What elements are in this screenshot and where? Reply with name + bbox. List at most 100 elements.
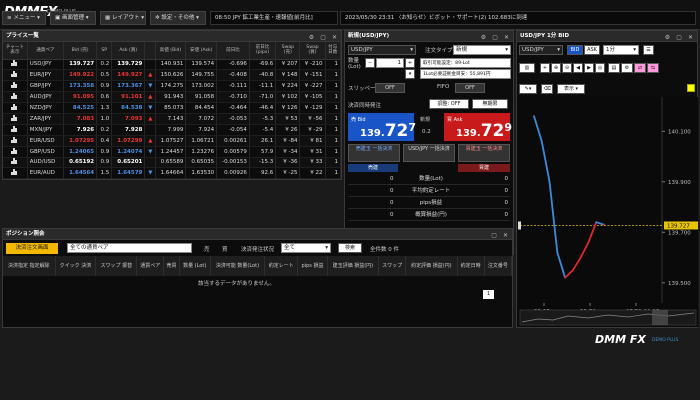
position-col-header[interactable]: 約定レート [264, 256, 299, 276]
chart-toggle-icon[interactable] [3, 124, 28, 136]
chart-list-icon[interactable]: ☰ [643, 45, 654, 55]
panel-controls[interactable]: ▢ ✕ [491, 230, 510, 241]
ask-cell[interactable]: 173.367 [111, 80, 146, 93]
chart-toggle-icon[interactable] [3, 69, 28, 82]
chart-color-indicator[interactable] [687, 84, 695, 92]
indicator-icon[interactable]: ▤ [608, 63, 620, 73]
position-col-header[interactable]: 数量 (Lot) [179, 256, 211, 276]
price-row[interactable]: EUR/AUD 1.64564 1.5 1.64579 ▼ 1.64664 1.63530 0… [3, 167, 341, 180]
ask-cell[interactable]: 1.64579 [111, 167, 146, 180]
sell-settle-all-button[interactable]: 売建玉 一括決済 [348, 144, 400, 162]
sell-bid-button[interactable]: 売 Bid 139.727 [348, 113, 416, 141]
pair-settle-all-button[interactable]: USD/JPY 一括決済 [403, 144, 455, 162]
qty-increment-button[interactable]: + [405, 58, 415, 68]
price-row[interactable]: AUD/JPY 91.095 0.6 91.101 ▲ 91.943 91.058 -0.71… [3, 91, 341, 104]
bid-cell[interactable]: 1.64564 [63, 167, 98, 180]
col-chart[interactable]: チャート表示 [3, 42, 28, 60]
price-row[interactable]: EUR/JPY 149.922 0.5 149.927 ▲ 150.626 149.755-… [3, 69, 341, 82]
ask-cell[interactable]: 139.729 [111, 59, 146, 71]
layout-button[interactable]: ▦ レイアウト ▾ [100, 11, 146, 25]
ask-cell[interactable]: 7.093 [111, 113, 146, 125]
panel-controls[interactable]: ⚙ ▢ ✕ [665, 32, 695, 43]
pair-select[interactable]: USD/JPY ▾ [348, 45, 416, 55]
price-row[interactable]: EUR/USD 1.07295 0.4 1.07299 ▲ 1.07527 1.06721 0… [3, 135, 341, 147]
col-swap-buy[interactable]: Swap (買) [299, 42, 326, 60]
unlimited-button[interactable]: 無期限 [472, 99, 508, 109]
pen-icon[interactable]: ✎▾ [519, 84, 537, 94]
zoom-out-icon[interactable]: ⊖ [562, 63, 572, 73]
position-col-header[interactable]: 注文番号 [484, 256, 513, 276]
bid-toggle[interactable]: BID [567, 45, 583, 55]
adjust-toggle[interactable]: 調整: OFF [429, 99, 469, 109]
chart-pair-select[interactable]: USD/JPY ▾ [519, 45, 563, 55]
scroll-right-icon[interactable]: ▶ [584, 63, 594, 73]
chart-toggle-icon[interactable] [3, 157, 28, 169]
position-col-header[interactable]: 約定評価 損益(円) [405, 256, 458, 276]
qty-stepper-down[interactable]: ▾ [405, 69, 415, 79]
order-type-select[interactable]: 新規 ▾ [453, 45, 511, 55]
bid-cell[interactable]: 1.07295 [63, 135, 98, 147]
position-col-header[interactable]: 決済可能 数量(Lot) [210, 256, 266, 276]
col-low[interactable]: 安値 (Ask) [185, 42, 218, 60]
chart-toggle-icon[interactable] [3, 146, 28, 158]
col-change-pips[interactable]: 前日比 (pips) [249, 42, 277, 60]
price-row[interactable]: GBP/USD 1.24065 0.9 1.24074 ▼ 1.24457 1.23276 0… [3, 146, 341, 158]
col-ask[interactable]: Ask (買) [111, 42, 146, 60]
bid-cell[interactable]: 149.922 [63, 69, 98, 82]
col-days[interactable]: 付与 日数 [325, 42, 341, 60]
price-row[interactable]: MXN/JPY 7.926 0.2 7.928 7.999 7.924 -0.054 -5.4… [3, 124, 341, 136]
ask-toggle[interactable]: ASK [584, 45, 600, 55]
chart-toggle-icon[interactable] [3, 167, 28, 180]
col-sp[interactable]: SP [96, 42, 113, 60]
position-col-header[interactable]: スワップ 振替 [95, 256, 138, 276]
panel-controls[interactable]: ⚙ ▢ ✕ [481, 32, 511, 43]
bid-cell[interactable]: 173.358 [63, 80, 98, 93]
price-row[interactable]: GBP/JPY 173.358 0.9 173.367 ▼ 174.275 173.002-… [3, 80, 341, 93]
scroll-left-icon[interactable]: ◀ [573, 63, 583, 73]
bid-cell[interactable]: 0.65192 [63, 157, 98, 169]
alert-line-icon[interactable]: ⇆ [647, 63, 659, 73]
position-col-header[interactable]: 建玉評価 損益(円) [327, 256, 380, 276]
pagination-page[interactable]: 1 [483, 290, 494, 299]
position-col-header[interactable]: pips 損益 [297, 256, 328, 276]
screen-manage-button[interactable]: ▣ 画面管理 ▾ [50, 11, 96, 25]
menu-button[interactable]: ≡ メニュー ▾ [2, 11, 46, 25]
panel-controls[interactable]: ⚙ ▢ ✕ [309, 32, 339, 43]
order-line-icon[interactable]: ⇄ [634, 63, 646, 73]
col-high[interactable]: 高値 (Bid) [155, 42, 187, 60]
order-status-select[interactable]: 全て ▾ [281, 243, 331, 253]
col-bid[interactable]: Bid (売) [63, 42, 98, 60]
ask-cell[interactable]: 84.538 [111, 102, 146, 114]
candle-type-icon[interactable]: ▥ [519, 63, 535, 73]
delete-drawing-icon[interactable]: ⌫ [541, 84, 553, 94]
bid-cell[interactable]: 7.926 [63, 124, 98, 136]
position-col-header[interactable]: 通貨ペア [136, 256, 165, 276]
col-swap-sell[interactable]: Swap (売) [275, 42, 301, 60]
fifo-toggle[interactable]: OFF [455, 83, 485, 93]
buy-settle-all-button[interactable]: 買建玉 一括決済 [458, 144, 510, 162]
ask-cell[interactable]: 1.07299 [111, 135, 146, 147]
chart-toggle-icon[interactable] [3, 113, 28, 125]
settings-button[interactable]: ✲ 設定・その他 ▾ [150, 11, 206, 25]
search-button[interactable]: 検索 [338, 243, 362, 253]
bid-cell[interactable]: 1.24065 [63, 146, 98, 158]
price-chart[interactable]: 140.100139.900139.700139.500139.72723:25… [518, 97, 698, 327]
zoom-in-icon[interactable]: ⊕ [551, 63, 561, 73]
price-row[interactable]: NZD/JPY 84.525 1.3 84.538 ▼ 85.073 84.454 -0.46… [3, 102, 341, 114]
price-row[interactable]: ZAR/JPY 7.083 1.0 7.093 ▲ 7.143 7.072 -0.053 -5.… [3, 113, 341, 125]
settle-order-screen-button[interactable]: 決済注文画面 [6, 243, 58, 254]
bid-cell[interactable]: 84.525 [63, 102, 98, 114]
price-row[interactable]: USD/JPY 139.727 0.2 139.729 140.931 139.574 -0… [3, 59, 341, 71]
ask-cell[interactable]: 1.24074 [111, 146, 146, 158]
buy-ask-button[interactable]: 買 Ask 139.729 [444, 113, 512, 141]
position-col-header[interactable]: 売買 [163, 256, 180, 276]
ask-cell[interactable]: 0.65201 [111, 157, 146, 169]
chart-toggle-icon[interactable] [3, 91, 28, 104]
chart-toggle-icon[interactable] [3, 135, 28, 147]
price-row[interactable]: AUD/USD 0.65192 0.9 0.65201 0.65589 0.65035 -0… [3, 157, 341, 169]
chart-toggle-icon[interactable] [3, 80, 28, 93]
chart-toggle-icon[interactable] [3, 102, 28, 114]
display-menu-button[interactable]: 表示 ▾ [557, 84, 585, 94]
timeframe-select[interactable]: 1分 ▾ [603, 45, 639, 55]
news-ticker-left[interactable]: 08:50 JPY 鉱工業生産・速報値[前月比] [210, 11, 338, 25]
